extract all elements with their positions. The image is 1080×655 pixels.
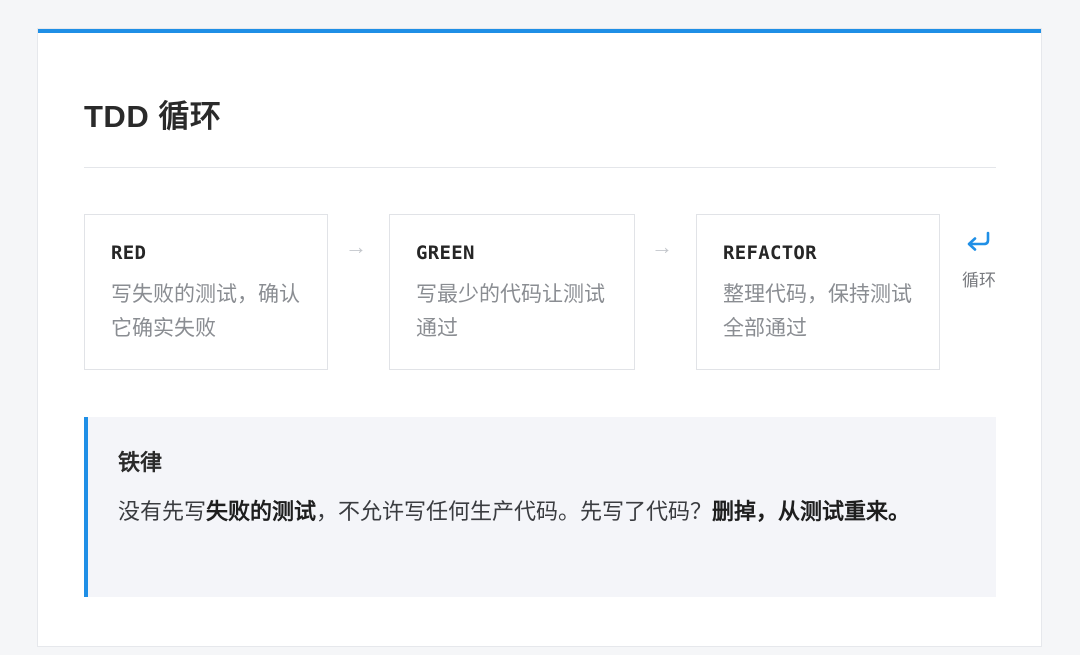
step-description: 整理代码，保持测试全部通过 [723, 283, 912, 340]
step-description: 写最少的代码让测试通过 [416, 283, 605, 340]
iron-rule-callout: 铁律 没有先写失败的测试，不允许写任何生产代码。先写了代码？删掉，从测试重来。 [84, 417, 996, 597]
loop-label: 循环 [962, 271, 996, 290]
loop-indicator: 循环 [954, 230, 1004, 291]
callout-emphasis: 删掉，从测试重来。 [712, 499, 911, 524]
callout-text-part: ，不允许写任何生产代码。先写了代码？ [316, 499, 713, 524]
step-refactor: REFACTOR 整理代码，保持测试全部通过 [696, 214, 940, 370]
card-title: TDD 循环 [84, 99, 222, 134]
step-name: REFACTOR [723, 242, 817, 264]
callout-title: 铁律 [118, 450, 163, 475]
step-description: 写失败的测试，确认它确实失败 [111, 283, 300, 340]
return-arrow-icon [967, 231, 990, 251]
step-name: RED [111, 242, 147, 264]
callout-text: 没有先写失败的测试，不允许写任何生产代码。先写了代码？删掉，从测试重来。 [118, 491, 964, 533]
step-red: RED 写失败的测试，确认它确实失败 [84, 214, 328, 370]
step-green: GREEN 写最少的代码让测试通过 [389, 214, 635, 370]
right-arrow-icon: → [651, 234, 673, 259]
step-name: GREEN [416, 242, 475, 264]
tdd-card: TDD 循环 RED 写失败的测试，确认它确实失败 → GREEN 写最少的代码… [38, 29, 1041, 646]
divider [84, 167, 996, 168]
right-arrow-icon: → [345, 234, 367, 259]
callout-emphasis: 失败的测试 [206, 499, 317, 524]
callout-text-part: 没有先写 [118, 499, 207, 524]
